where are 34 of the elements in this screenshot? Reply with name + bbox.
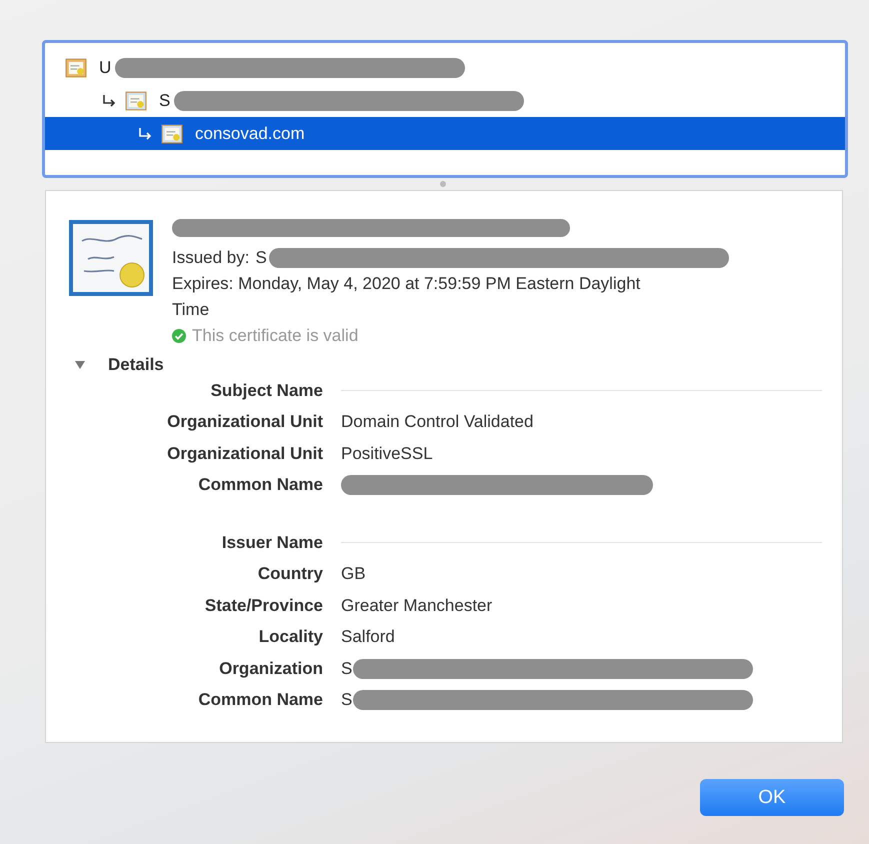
chain-item[interactable]: S — [45, 84, 845, 117]
field-label: Country — [256, 564, 323, 584]
field-label: Organizational Unit — [166, 412, 323, 432]
issued-by-label: Issued by: — [172, 247, 250, 269]
issuer-value: S — [256, 247, 267, 269]
field-value: S — [341, 658, 352, 679]
chain-item-label: S — [159, 90, 170, 110]
details-label: Details — [108, 355, 164, 375]
certificate-icon — [65, 58, 87, 78]
field-value: Greater Manchester — [341, 596, 492, 616]
field-label: Common Name — [197, 475, 323, 496]
field-label: State/Province — [204, 596, 323, 616]
chain-item[interactable]: U — [45, 51, 845, 84]
section-heading: Subject Name — [210, 380, 323, 401]
return-arrow-icon — [137, 126, 153, 140]
validity-status: This certificate is valid — [192, 325, 358, 347]
certificate-icon — [125, 90, 147, 110]
field-value: Domain Control Validated — [341, 412, 534, 432]
field-value: S — [341, 690, 352, 710]
field-label: Common Name — [197, 690, 323, 710]
field-value: PositiveSSL — [341, 444, 433, 464]
details-disclosure[interactable]: Details — [68, 355, 842, 375]
field-value: Salford — [341, 627, 395, 648]
section-heading: Issuer Name — [220, 532, 323, 553]
field-label: Organizational Unit — [166, 444, 323, 464]
return-arrow-icon — [101, 94, 117, 108]
chain-item-label: U — [99, 58, 112, 78]
field-label: Organization — [218, 658, 323, 679]
chain-item[interactable]: consovad.com — [45, 117, 845, 150]
field-value: GB — [341, 564, 366, 584]
certificate-icon — [161, 124, 183, 144]
chain-item-label: consovad.com — [195, 124, 305, 144]
expiry-date: Expires: Monday, May 4, 2020 at 7:59:59 PM Eastern Daylight Time — [172, 273, 642, 321]
field-label: Locality — [258, 627, 323, 648]
